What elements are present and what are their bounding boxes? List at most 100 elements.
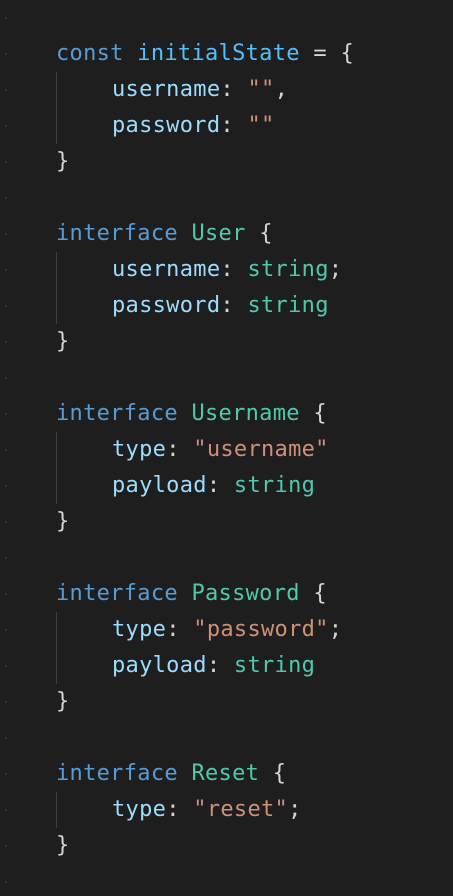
string-token: ""	[247, 113, 275, 138]
gutter-marker	[5, 773, 7, 775]
gutter-marker	[5, 557, 7, 559]
brace-token: }	[56, 833, 70, 858]
gutter-marker	[5, 341, 7, 343]
code-line[interactable]: }	[56, 684, 70, 720]
type-name-token: Username	[191, 401, 300, 426]
colon-token: :	[166, 437, 194, 462]
colon-token: :	[166, 797, 194, 822]
brace-token: }	[56, 509, 70, 534]
property-token: type	[112, 797, 167, 822]
type-name-token: Reset	[191, 761, 260, 786]
colon-token: :	[220, 257, 248, 282]
code-line[interactable]: type: "password";	[112, 612, 342, 648]
code-line[interactable]: payload: string	[112, 468, 315, 504]
gutter-marker	[5, 269, 7, 271]
gutter-marker	[5, 161, 7, 163]
gutter-marker	[5, 665, 7, 667]
keyword-token: interface	[56, 581, 178, 606]
keyword-token: interface	[56, 761, 178, 786]
brace-token: {	[272, 761, 287, 786]
colon-token: :	[166, 617, 194, 642]
string-token: ""	[247, 77, 275, 102]
brace-token: {	[340, 41, 355, 66]
code-line[interactable]: interface Username {	[56, 396, 327, 432]
indent-guide	[56, 432, 57, 504]
gutter-marker	[5, 413, 7, 415]
indent-guide	[56, 792, 57, 828]
gutter-marker	[5, 197, 7, 199]
brace-token: {	[259, 221, 273, 246]
code-line[interactable]: username: "",	[112, 72, 288, 108]
code-line[interactable]: }	[56, 828, 70, 864]
code-editor[interactable]: const initialState = { username: "", pas…	[0, 0, 453, 896]
line-gutter	[0, 0, 14, 896]
gutter-marker	[5, 521, 7, 523]
type-token: string	[247, 293, 329, 318]
code-line[interactable]: interface Password {	[56, 576, 327, 612]
string-token: "password"	[193, 617, 329, 642]
colon-token: :	[220, 293, 248, 318]
brace-token: {	[313, 401, 327, 426]
gutter-marker	[5, 701, 7, 703]
gutter-marker	[5, 449, 7, 451]
property-token: username	[112, 77, 221, 102]
delimiter-token: ;	[328, 257, 343, 282]
indent-guide	[56, 252, 57, 324]
code-line[interactable]: interface User {	[56, 216, 273, 252]
code-line[interactable]: type: "reset";	[112, 792, 302, 828]
delimiter-token: ,	[274, 77, 289, 102]
code-line[interactable]: }	[56, 504, 70, 540]
string-token: "username"	[193, 437, 329, 462]
brace-token: }	[56, 149, 70, 174]
gutter-marker	[5, 305, 7, 307]
colon-token: :	[206, 473, 234, 498]
colon-token: :	[206, 653, 234, 678]
gutter-marker	[5, 377, 7, 379]
code-line[interactable]: interface Reset {	[56, 756, 286, 792]
gutter-marker	[5, 629, 7, 631]
indent-guide	[56, 612, 57, 684]
keyword-token: const	[56, 41, 124, 66]
brace-token: {	[313, 581, 327, 606]
gutter-marker	[5, 89, 7, 91]
gutter-marker	[5, 845, 7, 847]
gutter-marker	[5, 809, 7, 811]
type-name-token: Password	[191, 581, 300, 606]
gutter-marker	[5, 881, 7, 883]
code-line[interactable]: type: "username"	[112, 432, 329, 468]
keyword-token: interface	[56, 401, 178, 426]
gutter-marker	[5, 17, 7, 19]
code-line[interactable]: const initialState = {	[56, 36, 354, 72]
property-token: username	[112, 257, 221, 282]
type-token: string	[233, 653, 316, 678]
gutter-marker	[5, 233, 7, 235]
property-token: password	[112, 293, 221, 318]
brace-token: }	[56, 329, 70, 354]
gutter-marker	[5, 593, 7, 595]
code-line[interactable]: payload: string	[112, 648, 315, 684]
gutter-marker	[5, 737, 7, 739]
code-line[interactable]: password: ""	[112, 108, 275, 144]
code-line[interactable]: }	[56, 324, 70, 360]
string-token: "reset"	[193, 797, 289, 822]
colon-token: :	[220, 77, 248, 102]
type-token: string	[233, 473, 316, 498]
code-line[interactable]: password: string	[112, 288, 329, 324]
gutter-marker	[5, 53, 7, 55]
code-line[interactable]: username: string;	[112, 252, 342, 288]
delimiter-token: ;	[328, 617, 343, 642]
property-token: type	[112, 617, 167, 642]
delimiter-token: ;	[288, 797, 302, 822]
property-token: payload	[112, 473, 207, 498]
brace-token: }	[56, 689, 70, 714]
property-token: password	[112, 113, 221, 138]
operator-token: =	[299, 41, 341, 66]
identifier-token: initialState	[137, 41, 300, 66]
gutter-marker	[5, 485, 7, 487]
property-token: type	[112, 437, 167, 462]
property-token: payload	[112, 653, 207, 678]
keyword-token: interface	[56, 221, 178, 246]
type-name-token: User	[191, 221, 246, 246]
colon-token: :	[220, 113, 248, 138]
code-line[interactable]: }	[56, 144, 70, 180]
